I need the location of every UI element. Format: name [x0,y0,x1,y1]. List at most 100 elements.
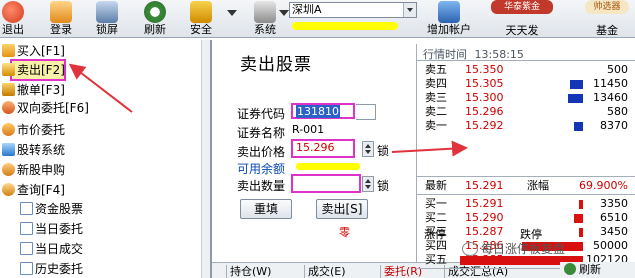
level-name: 买五 [425,253,447,266]
ad-banner: 华泰紫金 [491,0,553,14]
sidebar-item-today-orders[interactable]: 当日委托 [20,220,83,238]
sidebar-item-today-deals[interactable]: 当日成交 [20,240,83,258]
level-price: 15.287 [465,225,504,238]
latest-label: 最新 [425,179,447,192]
refresh-icon [144,1,166,23]
price-field[interactable]: 15.296 [291,139,355,158]
tab-deal-summary[interactable]: 成交汇总(A) [444,265,511,278]
system-label: 系统 [254,23,276,36]
ipo-icon [2,163,15,176]
login-button[interactable]: 登录 [46,0,76,38]
sidebar-item-sell[interactable]: 卖出[F2] [2,61,65,79]
limit-up-label: 涨停 [424,228,446,241]
level-price: 15.292 [465,119,504,132]
level-price: 15.300 [465,91,504,104]
wechat-icon [462,242,478,256]
price-lock-toggle[interactable]: 锁 [377,142,389,159]
order-book-row[interactable]: 卖五 15.350 500 [417,64,635,76]
level-name: 卖一 [425,119,447,132]
security-button[interactable]: 安全 [186,0,216,38]
transfer-icon [2,143,15,156]
quantity-lock-toggle[interactable]: 锁 [377,177,389,194]
fund-button[interactable]: 帅选器 基金 [585,0,629,37]
pane-divider[interactable] [210,40,212,278]
order-book-row[interactable]: 卖一 15.292 8370 [417,120,635,132]
sidebar-item-ipo[interactable]: 新股申购 [2,161,65,179]
code-field-extension[interactable] [356,104,376,120]
quantity-field[interactable] [291,174,361,193]
exit-button[interactable]: 退出 [0,0,26,38]
sidebar-item-funds-stocks[interactable]: 资金股票 [20,200,83,218]
level-price: 15.305 [465,77,504,90]
sidebar-item-history-orders[interactable]: 历史委托 [20,260,83,278]
reset-button[interactable]: 重填 [240,199,292,219]
refresh-button[interactable]: 刷新 [560,262,635,278]
available-label: 可用余额 [237,162,286,176]
refresh-label: 刷新 [144,23,166,36]
security-dropdown-icon[interactable] [227,10,237,16]
sell-button[interactable]: 卖出[S] [316,199,368,219]
sidebar-item-share-transfer[interactable]: 股转系统 [2,141,65,159]
sidebar-item-label: 资金股票 [35,202,84,216]
two-way-icon [2,101,15,114]
order-book-row[interactable]: 买二 15.290 6510 [417,212,635,224]
name-label: 证券名称 [237,126,286,140]
power-icon [2,1,24,23]
level-name: 买一 [425,197,447,210]
page-title: 卖出股票 [240,55,312,75]
level-name: 卖五 [425,63,447,76]
level-volume: 580 [607,105,628,118]
level-volume: 3350 [600,197,628,210]
price-stepper[interactable] [362,141,374,157]
sidebar-item-cancel[interactable]: 撤单[F3] [2,81,65,99]
change-pct: 69.900% [579,179,628,192]
sidebar-item-label: 双向委托[F6] [17,101,89,115]
level-name: 卖四 [425,77,447,90]
sidebar-item-query[interactable]: 查询[F4] [2,181,65,199]
sidebar-item-label: 股转系统 [17,143,66,157]
account-redaction-mark [292,22,398,30]
ad-tiantianfa-button[interactable]: 华泰紫金 天天发 [487,0,557,37]
login-label: 登录 [50,23,72,36]
sidebar-item-label: 撤单[F3] [17,83,65,97]
name-value: R-001 [292,123,325,136]
chevron-down-icon[interactable] [403,3,416,17]
market-value: 深圳A [292,3,322,16]
code-label: 证券代码 [237,107,286,121]
price-label: 卖出价格 [237,145,286,159]
order-book-row[interactable]: 买一 15.291 3350 [417,198,635,210]
shield-icon [190,1,212,23]
sidebar-item-two-way[interactable]: 双向委托[F6] [2,99,89,117]
market-select[interactable]: 深圳A [289,2,417,18]
buy-icon [2,44,15,57]
code-value: 131810 [296,105,340,118]
order-book-row[interactable]: 卖四 15.305 11450 [417,78,635,90]
change-label: 涨幅 [527,179,549,192]
sidebar-item-label: 当日成交 [35,242,84,256]
tab-orders[interactable]: 委托(R) [380,265,425,278]
query-icon [2,183,15,196]
volume-bar [574,122,583,131]
sidebar-item-label: 卖出[F2] [17,63,65,77]
code-field[interactable]: 131810 [291,103,355,119]
refresh-button-label: 刷新 [579,263,601,276]
login-icon [50,1,72,23]
quantity-stepper[interactable] [362,176,374,192]
system-button[interactable]: 系统 [250,0,280,38]
refresh-toolbar-button[interactable]: 刷新 [140,0,170,38]
lock-screen-button[interactable]: 锁屏 [92,0,122,38]
add-account-button[interactable]: 增加帐户 [420,0,478,38]
volume-bar [568,94,583,103]
cancel-order-icon [2,83,15,96]
sidebar-item-market-order[interactable]: 市价委托 [2,121,65,139]
order-book-row[interactable]: 卖二 15.296 580 [417,106,635,118]
tab-deals[interactable]: 成交(E) [304,265,349,278]
system-dropdown-icon[interactable] [279,10,289,16]
lock-label: 锁屏 [96,23,118,36]
tab-positions[interactable]: 持仓(W) [226,265,274,278]
level-name: 卖三 [425,91,447,104]
sidebar-item-buy[interactable]: 买入[F1] [2,42,65,60]
toolbar: 退出 登录 锁屏 刷新 安全 系统 深圳A 增加帐户 华泰紫金 天天发 帅选器 … [0,0,635,38]
refresh-icon [564,263,576,275]
order-book-row[interactable]: 卖三 15.300 13460 [417,92,635,104]
